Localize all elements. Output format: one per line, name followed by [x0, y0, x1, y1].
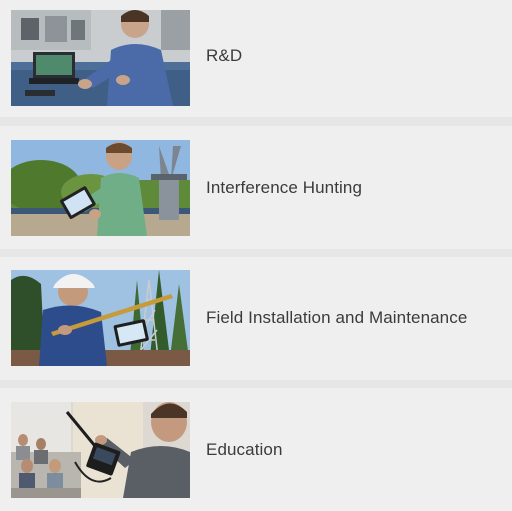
lab-technician-laptop-photo — [11, 10, 190, 106]
list-item-rnd[interactable]: R&D — [0, 0, 512, 117]
outdoor-tablet-antenna-photo — [11, 140, 190, 236]
applications-list: R&D Interference Hunting Field Installat… — [0, 0, 512, 511]
item-label: Education — [206, 440, 283, 459]
classroom-instructor-photo — [11, 402, 190, 498]
item-label: R&D — [206, 46, 243, 65]
hardhat-worker-tower-photo — [11, 270, 190, 366]
list-item-interference-hunting[interactable]: Interference Hunting — [0, 126, 512, 249]
list-item-field-installation[interactable]: Field Installation and Maintenance — [0, 257, 512, 380]
list-item-education[interactable]: Education — [0, 388, 512, 511]
item-label: Interference Hunting — [206, 178, 363, 197]
item-label: Field Installation and Maintenance — [206, 308, 468, 327]
